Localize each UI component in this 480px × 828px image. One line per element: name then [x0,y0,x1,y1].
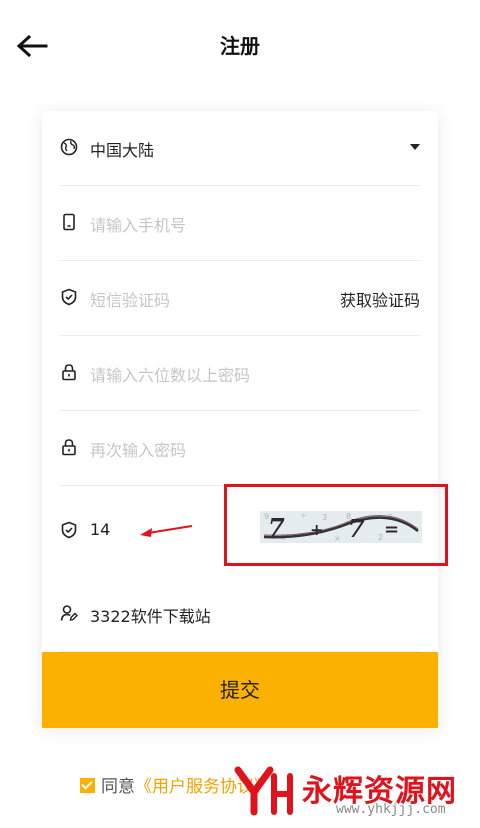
confirm-password-field[interactable]: 再次输入密码 [60,411,420,486]
svg-text:÷: ÷ [300,511,307,520]
svg-text:7: 7 [268,513,285,542]
password-field[interactable]: 请输入六位数以上密码 [60,336,420,411]
svg-text:2: 2 [378,533,383,542]
region-value: 中国大陆 [90,141,155,160]
shield-icon [61,521,77,539]
password-input[interactable]: 请输入六位数以上密码 [90,362,250,386]
region-select[interactable]: 中国大陆 [60,111,420,186]
get-code-button[interactable]: 获取验证码 [340,287,420,311]
sms-code-field[interactable]: 短信验证码 获取验证码 [60,261,420,336]
svg-text:=: = [384,519,399,540]
watermark-logo-icon [234,766,293,816]
lock-icon [62,364,76,381]
submit-button[interactable]: 提交 [42,652,438,728]
captcha-image[interactable]: 9 ÷ 3 8-5 4 × 2 7 + 7 = [260,511,422,543]
agreement-checkbox[interactable] [80,778,95,793]
caret-down-icon [410,144,420,150]
watermark: 永辉资源网 www.yhkjjj.com [232,766,464,817]
globe-icon [60,138,78,156]
watermark-url: www.yhkjjj.com [336,802,446,817]
svg-text:×: × [334,534,341,543]
captcha-highlight-box: 9 ÷ 3 8-5 4 × 2 7 + 7 = [224,484,448,566]
confirm-password-input[interactable]: 再次输入密码 [90,437,186,461]
svg-text:7: 7 [348,514,365,543]
lock-icon [62,439,76,456]
annotation-arrow-icon [140,525,193,537]
phone-field[interactable]: 请输入手机号 [60,186,420,261]
sms-code-input[interactable]: 短信验证码 [90,287,170,311]
phone-input[interactable]: 请输入手机号 [90,212,186,236]
referrer-field[interactable]: 3322软件下载站 [60,577,420,652]
shield-icon [61,288,77,306]
page-title: 注册 [220,34,260,58]
header: 注册 [0,0,480,92]
svg-text:+: + [310,520,323,539]
referrer-input[interactable]: 3322软件下载站 [90,603,211,627]
register-form: 中国大陆 请输入手机号 短信验证码 获取验证码 请输入六位数以上密码 再次输入密… [42,111,438,728]
user-edit-icon [60,605,78,621]
phone-icon [63,213,75,231]
agreement-prefix: 同意 [101,777,135,797]
captcha-input[interactable]: 14 [90,520,110,539]
